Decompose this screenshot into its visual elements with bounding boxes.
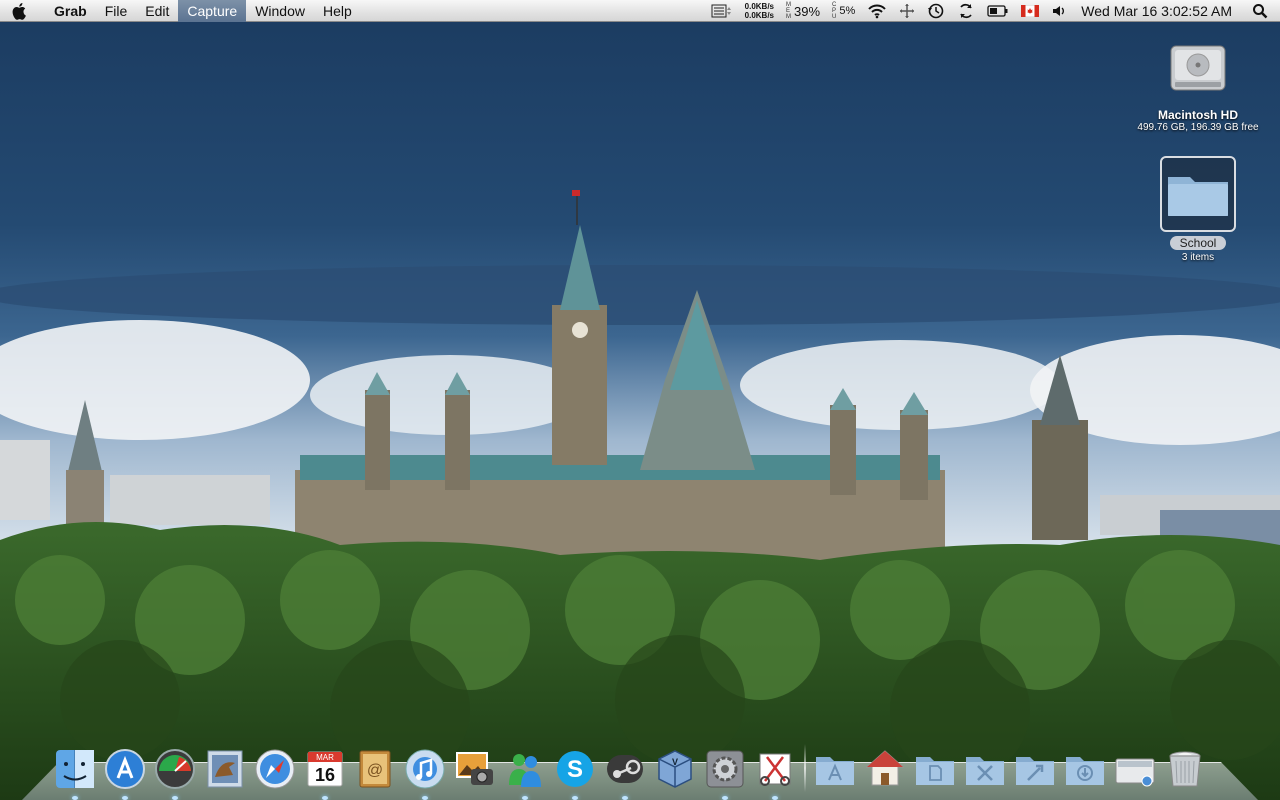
running-indicator bbox=[72, 796, 78, 800]
cpu-percent: 5% bbox=[839, 5, 856, 17]
mem-label: MEM bbox=[786, 2, 791, 20]
network-activity-icon[interactable] bbox=[705, 0, 739, 22]
hard-drive-icon bbox=[1167, 36, 1229, 98]
safari-icon[interactable] bbox=[252, 746, 298, 792]
menu-bar: Grab File Edit Capture Window Help 0.0KB… bbox=[0, 0, 1280, 22]
wifi-icon[interactable] bbox=[861, 0, 893, 22]
hd-info: 499.76 GB, 196.39 GB free bbox=[1137, 122, 1259, 133]
running-indicator bbox=[572, 796, 578, 800]
address-book-icon[interactable]: @ bbox=[352, 746, 398, 792]
school-folder-name: School bbox=[1169, 236, 1227, 250]
developer-stack-icon[interactable] bbox=[1012, 746, 1058, 792]
running-indicator bbox=[522, 796, 528, 800]
iphoto-icon[interactable] bbox=[452, 746, 498, 792]
documents-stack-icon[interactable] bbox=[912, 746, 958, 792]
folder-selection bbox=[1160, 156, 1236, 232]
svg-text:V: V bbox=[672, 757, 678, 767]
input-source-flag-icon[interactable] bbox=[1015, 0, 1045, 22]
virtualbox-icon[interactable]: V bbox=[652, 746, 698, 792]
network-speed: 0.0KB/s 0.0KB/s bbox=[739, 0, 780, 22]
cpu-monitor[interactable]: CPU 5% bbox=[826, 0, 861, 22]
menubar-clock[interactable]: Wed Mar 16 3:02:52 AM bbox=[1073, 0, 1240, 22]
ical-icon[interactable]: MAR 16 bbox=[302, 746, 348, 800]
utilities-stack-icon[interactable] bbox=[962, 746, 1008, 792]
skype-icon[interactable]: S bbox=[552, 746, 598, 800]
macintosh-hd-desktop-icon[interactable]: Macintosh HD 499.76 GB, 196.39 GB free bbox=[1120, 36, 1276, 133]
mem-percent: 39% bbox=[794, 3, 821, 19]
running-indicator bbox=[722, 796, 728, 800]
grab-icon[interactable] bbox=[752, 746, 798, 800]
trash-icon[interactable] bbox=[1162, 746, 1208, 792]
memory-monitor[interactable]: MEM 39% bbox=[780, 0, 826, 22]
folder-icon bbox=[1168, 177, 1228, 216]
sync-icon[interactable] bbox=[951, 0, 981, 22]
app-store-icon[interactable] bbox=[102, 746, 148, 800]
menu-file[interactable]: File bbox=[96, 0, 137, 22]
menu-app-grab[interactable]: Grab bbox=[40, 0, 96, 22]
mail-icon[interactable] bbox=[202, 746, 248, 792]
messenger-icon[interactable] bbox=[502, 746, 548, 800]
system-preferences-icon[interactable] bbox=[702, 746, 748, 800]
calendar-month: MAR bbox=[316, 753, 334, 762]
hd-name: Macintosh HD bbox=[1157, 108, 1238, 122]
desktop-display-icon[interactable] bbox=[1112, 746, 1158, 792]
applications-stack-icon[interactable] bbox=[812, 746, 858, 792]
calendar-day: 16 bbox=[315, 765, 335, 785]
svg-text:S: S bbox=[567, 756, 583, 783]
upload-speed: 0.0KB/s bbox=[744, 2, 774, 11]
home-icon[interactable] bbox=[862, 746, 908, 792]
desktop-wallpaper bbox=[0, 0, 1280, 800]
download-speed: 0.0KB/s bbox=[744, 11, 774, 20]
activity-monitor-icon[interactable] bbox=[152, 746, 198, 800]
dock: MAR 16 @ S V bbox=[22, 736, 1258, 800]
dock-separator bbox=[804, 744, 806, 792]
bluetooth-move-icon[interactable] bbox=[893, 0, 921, 22]
running-indicator bbox=[622, 796, 628, 800]
spotlight-search-icon[interactable] bbox=[1240, 0, 1280, 22]
running-indicator bbox=[772, 796, 778, 800]
volume-icon[interactable] bbox=[1045, 0, 1073, 22]
itunes-icon[interactable] bbox=[402, 746, 448, 800]
running-indicator bbox=[422, 796, 428, 800]
school-folder-info: 3 items bbox=[1181, 252, 1215, 263]
cpu-label: CPU bbox=[832, 2, 837, 20]
finder-icon[interactable] bbox=[52, 746, 98, 800]
running-indicator bbox=[122, 796, 128, 800]
menu-window[interactable]: Window bbox=[246, 0, 314, 22]
running-indicator bbox=[322, 796, 328, 800]
svg-text:@: @ bbox=[367, 762, 383, 779]
battery-icon[interactable] bbox=[981, 0, 1015, 22]
menu-edit[interactable]: Edit bbox=[136, 0, 178, 22]
time-machine-icon[interactable] bbox=[921, 0, 951, 22]
running-indicator bbox=[172, 796, 178, 800]
downloads-stack-icon[interactable] bbox=[1062, 746, 1108, 792]
steam-icon[interactable] bbox=[602, 746, 648, 800]
menu-help[interactable]: Help bbox=[314, 0, 361, 22]
menu-capture[interactable]: Capture bbox=[178, 0, 247, 22]
school-folder-desktop-icon[interactable]: School 3 items bbox=[1148, 156, 1248, 263]
apple-menu-icon[interactable] bbox=[0, 0, 40, 22]
